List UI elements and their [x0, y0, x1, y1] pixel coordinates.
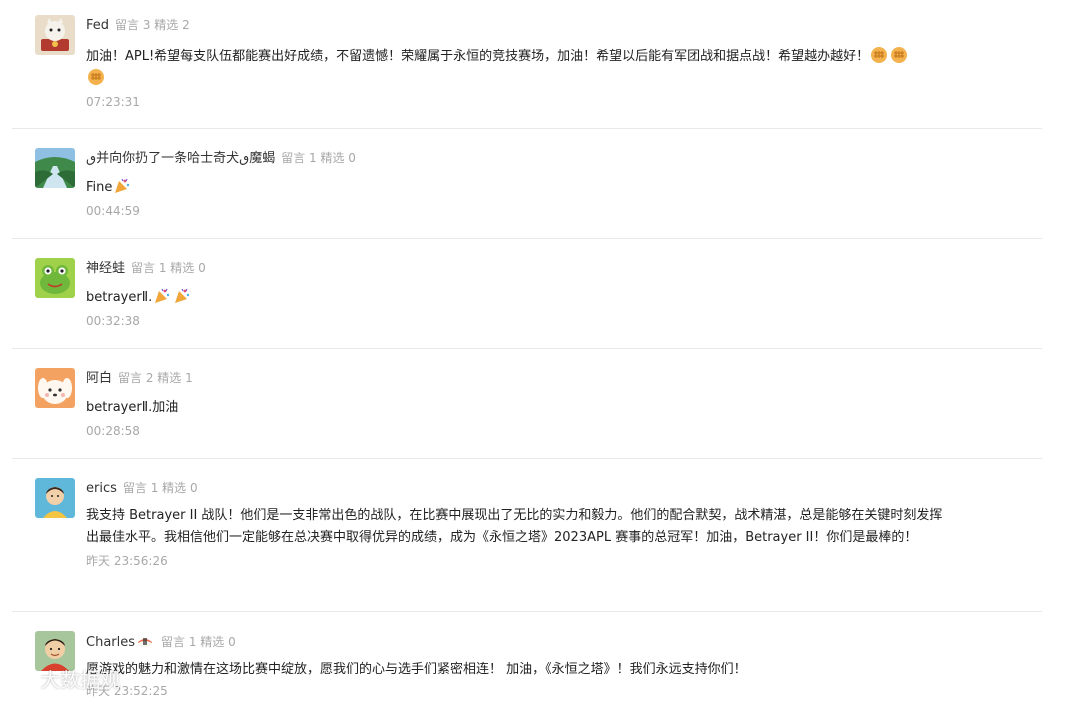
comment-stats: 留言 3 精选 2 — [115, 18, 190, 32]
weibo-logo-icon — [8, 670, 34, 690]
avatar[interactable] — [35, 148, 75, 188]
divider — [12, 128, 1042, 129]
avatar[interactable] — [35, 368, 75, 408]
comment-time: 昨天 23:56:26 — [86, 554, 168, 568]
fist-emoji-icon — [870, 46, 888, 64]
nickname: erics — [86, 481, 117, 496]
party-popper-emoji-icon — [153, 287, 171, 305]
comment-content: 加油！APL!希望每支队伍都能赛出好成绩，不留遗憾！荣耀属于永恒的竞技赛场，加油… — [86, 46, 956, 90]
fist-emoji-icon — [87, 68, 105, 86]
nickname: 神经蛙 — [86, 261, 126, 276]
comment-time: 00:44:59 — [86, 204, 140, 218]
comment-time: 00:28:58 — [86, 424, 140, 438]
divider — [12, 348, 1042, 349]
comment-time: 00:32:38 — [86, 314, 140, 328]
nickname: Fed — [86, 18, 110, 33]
comment-stats: 留言 1 精选 0 — [122, 481, 198, 495]
nickname: ٯ并向你扔了一条哈士奇犬ٯ魔蝎 — [86, 151, 276, 166]
divider — [12, 458, 1042, 459]
comment-content: betrayerⅡ. — [86, 287, 956, 309]
avatar[interactable] — [35, 15, 75, 55]
comment-stats: 留言 1 精选 0 — [161, 635, 236, 649]
party-popper-emoji-icon — [173, 287, 191, 305]
watermark: 大数据观 — [8, 664, 120, 693]
avatar[interactable] — [35, 258, 75, 298]
avatar[interactable] — [35, 478, 75, 518]
comment-time: 昨天 23:52:25 — [86, 684, 168, 698]
comment-stats: 留言 1 精选 0 — [131, 261, 206, 275]
comment-content: 我支持 Betrayer II 战队！他们是一支非常出色的战队，在比赛中展现出了… — [86, 508, 943, 545]
nickname: 阿白 — [86, 371, 113, 386]
comment-stats: 留言 2 精选 1 — [118, 371, 193, 385]
comment-stats: 留言 1 精选 0 — [281, 151, 356, 165]
fist-emoji-icon — [890, 46, 908, 64]
party-popper-emoji-icon — [113, 177, 131, 195]
comment-content: betrayerⅡ.加油 — [86, 400, 179, 415]
divider — [12, 238, 1042, 239]
comment-content: Fine — [86, 177, 956, 199]
nickname: Charles — [86, 635, 136, 650]
comment-content: 愿游戏的魅力和激情在这场比赛中绽放，愿我们的心与选手们紧密相连！ 加油，《永恒之… — [86, 662, 747, 677]
sushi-emoji-icon — [136, 632, 154, 650]
watermark-text: 大数据观 — [40, 668, 121, 692]
comment-time: 07:23:31 — [86, 95, 140, 109]
divider — [12, 611, 1042, 612]
